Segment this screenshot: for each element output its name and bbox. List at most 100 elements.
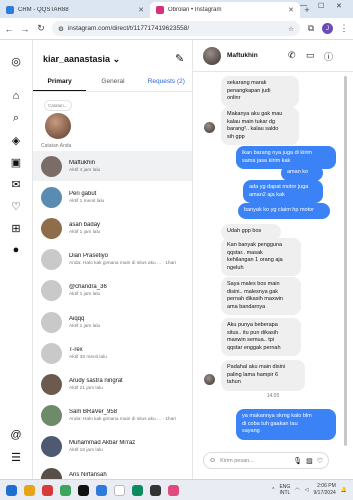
conversation-name: asan baday	[69, 221, 101, 228]
outgoing-message[interactable]: aman ko	[281, 165, 323, 181]
incoming-message[interactable]: sekarang marak penangkapan judi onlinr	[221, 76, 299, 107]
notification-bell-icon[interactable]: 🔔	[341, 487, 347, 493]
incoming-message[interactable]: Saya males bos main disini.. malesnya gak…	[221, 277, 301, 315]
own-note-avatar[interactable]	[45, 113, 71, 139]
taskbar-app-icon[interactable]	[42, 484, 53, 496]
site-info-icon[interactable]: ⚙	[58, 25, 64, 33]
conversation-row[interactable]: Aris NirfansahAktif 1 jam lalu	[33, 463, 192, 479]
taskbar-app-icon[interactable]	[60, 484, 71, 496]
conversation-row[interactable]: Muhammad Akbar Mi'raz Aktif 16 jam lalu	[33, 432, 192, 462]
search-icon[interactable]: ⌕	[9, 111, 23, 125]
avatar[interactable]	[203, 46, 221, 65]
back-icon[interactable]: ←	[4, 24, 14, 34]
outgoing-message[interactable]: ya makannya skrng kalo blm di coba tuh ga…	[236, 409, 336, 440]
extensions-icon[interactable]: ⧉	[306, 23, 316, 34]
input-language[interactable]: ENG INTL	[279, 484, 290, 496]
image-icon[interactable]: ▨	[306, 457, 313, 465]
conversation-row[interactable]: Maftukhin Aktif 4 jam lalu	[33, 151, 192, 181]
minimize-icon[interactable]: —	[300, 2, 307, 9]
conversation-row[interactable]: asan baday Aktif 1 jam lalu	[33, 213, 192, 243]
info-icon[interactable]: ⓘ	[324, 50, 333, 63]
taskbar-app-icon[interactable]	[150, 484, 161, 496]
threads-icon[interactable]: @	[9, 428, 23, 442]
incoming-message[interactable]: Padahal aku main disini paling lama hampi…	[221, 360, 305, 391]
instagram-favicon-icon	[156, 6, 164, 14]
account-switcher[interactable]: kiar_aanastasia ⌄	[43, 54, 120, 65]
clock[interactable]: 2:06 PM 9/17/2024	[314, 483, 336, 497]
emoji-icon[interactable]: ☺	[209, 457, 216, 464]
like-heart-icon[interactable]: ♡	[317, 457, 323, 465]
chat-contact-name[interactable]: Maftukhin	[227, 52, 258, 59]
outgoing-message[interactable]: ada yg dapat motor juga aman2 aja kak	[243, 180, 323, 203]
conversation-text: Peri gabut Aktif 1 menit lalu	[69, 191, 104, 204]
close-tab-icon[interactable]: ✕	[138, 6, 144, 14]
conversation-row[interactable]: Aiqqq Aktif 1 jam lalu	[33, 307, 192, 337]
conversation-row[interactable]: @chandra_36 Aktif 1 jam lalu	[33, 276, 192, 306]
messenger-icon[interactable]: ✉	[9, 177, 23, 191]
incoming-message[interactable]: Kan banyak pengguna qqstar.. masak kehilan…	[221, 238, 301, 276]
more-menu-icon[interactable]: ☰	[9, 450, 23, 464]
profile-avatar-icon[interactable]: ●	[9, 243, 23, 257]
avatar	[41, 155, 62, 177]
chevron-up-icon[interactable]: ^	[272, 487, 274, 493]
conversation-status: Aktif 1 jam lalu	[69, 323, 101, 329]
volume-icon[interactable]: ◁	[305, 487, 309, 493]
outgoing-message[interactable]: banyak ko yg claim hp motor	[238, 203, 330, 219]
conversation-name: Sam BRaVer_958	[69, 409, 118, 416]
avatar	[41, 217, 62, 239]
close-tab-icon[interactable]: ✕	[288, 6, 294, 14]
maximize-icon[interactable]: ☐	[318, 2, 324, 10]
url-text: instagram.com/direct/t/117717419623558/	[67, 25, 190, 32]
reload-icon[interactable]: ↻	[36, 23, 46, 34]
bookmark-star-icon[interactable]: ☆	[288, 25, 294, 33]
message-line: qqstar enggak pernah	[227, 344, 281, 351]
home-icon[interactable]: ⌂	[9, 89, 23, 103]
message-line: Kan banyak pengguna	[227, 242, 283, 248]
message-input[interactable]: Kirim pesan...	[220, 458, 289, 464]
sender-avatar[interactable]	[204, 122, 215, 133]
tab-requests[interactable]: Requests (2)	[140, 74, 192, 91]
taskbar-app-icon[interactable]	[78, 484, 89, 496]
taskbar-app-icon[interactable]	[132, 484, 143, 496]
explore-icon[interactable]: ◈	[9, 133, 23, 147]
close-window-icon[interactable]: ✕	[336, 2, 342, 10]
url-field[interactable]: ⚙ instagram.com/direct/t/117717419623558…	[52, 21, 300, 36]
conversation-row[interactable]: Sam BRaVer_958 Anda: Halo kak gimana main…	[33, 401, 192, 431]
browser-menu-icon[interactable]: ⋮	[339, 23, 349, 34]
wifi-icon[interactable]: ◠	[295, 487, 299, 493]
phone-call-icon[interactable]: ✆	[288, 50, 296, 61]
message-line: tahun	[227, 379, 241, 385]
video-call-icon[interactable]: ▭	[306, 50, 315, 61]
conversation-row[interactable]: Dian Prasetiyo Anda: Halo kak gimana main…	[33, 245, 192, 275]
message-composer[interactable]: ☺ Kirim pesan... 🎙 ▨ ♡	[203, 452, 329, 469]
create-icon[interactable]: ⊞	[9, 221, 23, 235]
incoming-message[interactable]: Makanya aku gak mau kalau main tukar dg ba…	[221, 107, 299, 145]
conversation-row[interactable]: Peri gabut Aktif 1 menit lalu	[33, 182, 192, 212]
note-bubble[interactable]: Catatan...	[44, 100, 72, 111]
instagram-logo-icon[interactable]: ◎	[9, 54, 23, 68]
profile-avatar[interactable]: J	[322, 23, 333, 34]
reels-icon[interactable]: ▣	[9, 155, 23, 169]
message-line: onlinr	[227, 95, 241, 101]
tab-primary[interactable]: Primary	[33, 74, 87, 91]
taskbar-app-icon[interactable]	[96, 484, 107, 496]
message-line: aman2 aja kak	[249, 191, 285, 198]
forward-icon[interactable]: →	[20, 24, 30, 34]
start-windows-icon[interactable]	[6, 484, 17, 496]
new-message-icon[interactable]: ✎	[175, 52, 184, 65]
incoming-message[interactable]: Aku punya beberapa situs.. itu pun dikasi…	[221, 318, 301, 356]
taskbar-app-icon[interactable]	[168, 484, 179, 496]
sender-avatar[interactable]	[204, 374, 215, 385]
browser-tab-crm[interactable]: CRM - QQSTAR88 ✕	[0, 2, 150, 18]
chat-scrollbar[interactable]	[344, 76, 347, 446]
conversation-status: Aktif 1 jam lalu	[69, 229, 101, 235]
browser-tab-instagram[interactable]: Obrolan • Instagram ✕	[150, 2, 300, 18]
taskbar-app-icon[interactable]	[114, 484, 125, 496]
instagram-app: ◎ ⌂ ⌕ ◈ ▣ ✉ ♡ ⊞ ● @ ☰ kiar_aanastasia ⌄ …	[0, 40, 353, 479]
notifications-heart-icon[interactable]: ♡	[9, 199, 23, 213]
conversation-row[interactable]: T-rex Aktif 38 menit lalu	[33, 338, 192, 368]
conversation-row[interactable]: Arudy sastra ningrat Aktif 21 jam lalu	[33, 369, 192, 399]
taskbar-app-icon[interactable]	[24, 484, 35, 496]
tab-general[interactable]: General	[86, 74, 139, 91]
microphone-icon[interactable]: 🎙	[293, 457, 302, 465]
